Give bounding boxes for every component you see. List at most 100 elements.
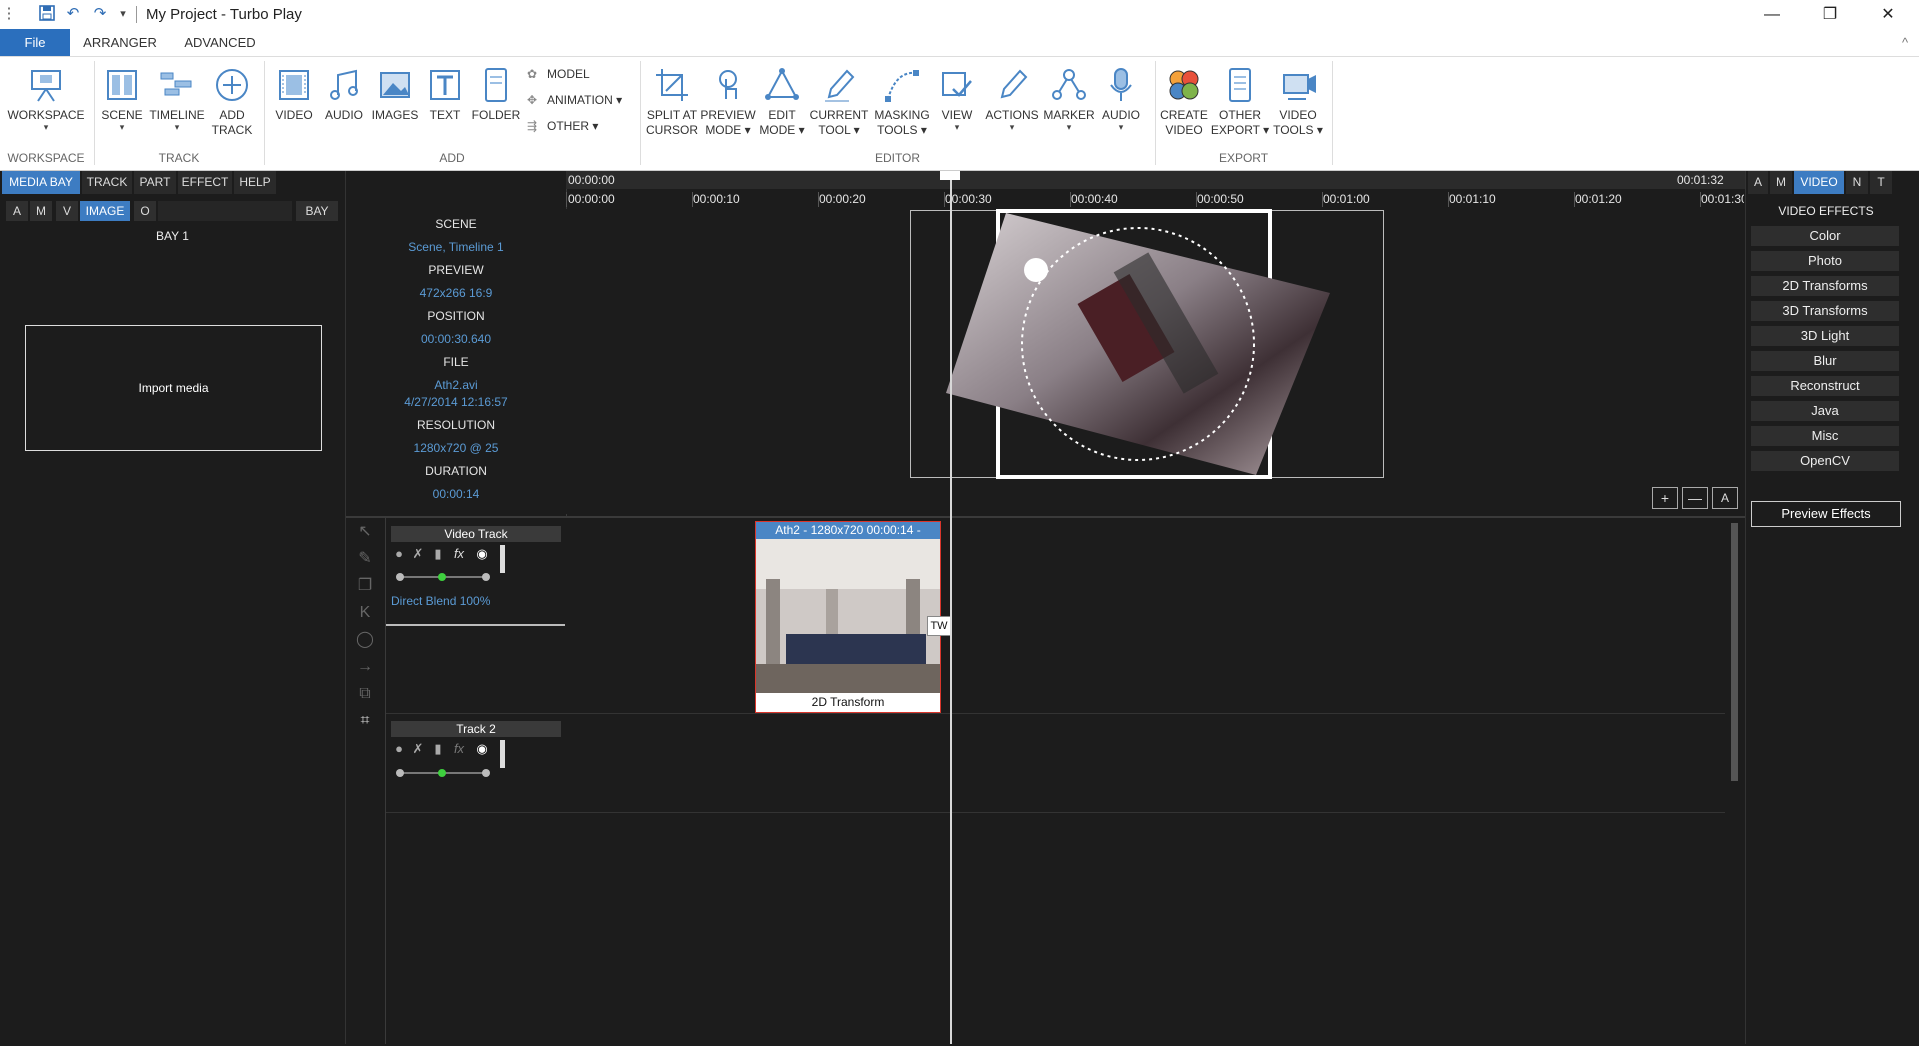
- add-audio-button[interactable]: AUDIO: [320, 61, 368, 151]
- redo-icon[interactable]: ↷: [91, 5, 109, 23]
- playhead-handle[interactable]: [940, 171, 960, 180]
- track-scrollbar[interactable]: [1731, 523, 1738, 781]
- close-button[interactable]: ✕: [1859, 0, 1917, 29]
- mute-icon[interactable]: ✗: [410, 741, 426, 757]
- minimize-button[interactable]: —: [1743, 0, 1801, 29]
- transform-icon[interactable]: ⌗: [353, 709, 377, 733]
- timeline-scrub-bar[interactable]: 00:00:00 00:01:32: [566, 171, 1745, 189]
- bay-name-field[interactable]: [158, 201, 292, 221]
- bay-button[interactable]: BAY: [296, 201, 338, 221]
- effect-photo[interactable]: Photo: [1751, 251, 1899, 271]
- tab-track[interactable]: TRACK: [82, 171, 133, 194]
- actions-button[interactable]: ACTIONS ▾: [982, 61, 1042, 151]
- edit-mode-button[interactable]: EDIT MODE ▾: [756, 61, 808, 151]
- tab-video[interactable]: VIDEO: [1794, 171, 1845, 194]
- tab-t[interactable]: T: [1870, 171, 1893, 194]
- other-export-button[interactable]: OTHER EXPORT ▾: [1210, 61, 1270, 151]
- group-label-export: EXPORT: [1218, 151, 1269, 165]
- workspace-button[interactable]: WORKSPACE ▾: [4, 61, 88, 151]
- tab-media-bay[interactable]: MEDIA BAY: [2, 171, 81, 194]
- add-video-button[interactable]: VIDEO: [270, 61, 318, 151]
- effect-2d-transforms[interactable]: 2D Transforms: [1751, 276, 1899, 296]
- playhead-line[interactable]: [950, 180, 952, 1044]
- arrow-icon[interactable]: →: [353, 655, 377, 679]
- tab-advanced[interactable]: ADVANCED: [180, 29, 260, 56]
- zoom-in-button[interactable]: +: [1652, 487, 1678, 509]
- import-media-button[interactable]: Import media: [25, 325, 322, 451]
- animation-button[interactable]: ✥ ANIMATION ▾: [527, 89, 622, 111]
- zoom-auto-button[interactable]: A: [1712, 487, 1738, 509]
- add-track-button[interactable]: ADD TRACK: [208, 61, 256, 151]
- clip-icon[interactable]: ✎: [353, 547, 377, 571]
- effect-java[interactable]: Java: [1751, 401, 1899, 421]
- audio-tools-button[interactable]: AUDIO ▾: [1096, 61, 1146, 151]
- mic-icon[interactable]: ▮: [430, 546, 446, 562]
- eye-icon[interactable]: ◉: [474, 546, 490, 562]
- trim-icon[interactable]: K: [353, 601, 377, 625]
- fx-icon[interactable]: fx: [451, 546, 467, 562]
- other-button[interactable]: ⇶ OTHER ▾: [527, 115, 598, 137]
- filter-music[interactable]: M: [30, 201, 52, 221]
- view-button[interactable]: VIEW ▾: [934, 61, 980, 151]
- transition-badge[interactable]: TW: [927, 616, 951, 636]
- collapse-ribbon-button[interactable]: ^: [1895, 29, 1915, 56]
- tab-effect[interactable]: EFFECT: [178, 171, 233, 194]
- effect-reconstruct[interactable]: Reconstruct: [1751, 376, 1899, 396]
- effect-opencv[interactable]: OpenCV: [1751, 451, 1899, 471]
- effect-misc[interactable]: Misc: [1751, 426, 1899, 446]
- pointer-icon[interactable]: ↖: [353, 520, 377, 544]
- effect-3d-light[interactable]: 3D Light: [1751, 326, 1899, 346]
- customize-quick-access-icon[interactable]: ▾: [114, 5, 132, 23]
- tab-arranger[interactable]: ARRANGER: [80, 29, 160, 56]
- video-preview[interactable]: + — A: [566, 209, 1745, 514]
- blend-mode[interactable]: Direct Blend 100%: [391, 594, 490, 608]
- rotated-video-frame[interactable]: [946, 213, 1330, 475]
- duplicate-icon[interactable]: ⧉: [353, 682, 377, 706]
- track-name-video-track[interactable]: Video Track: [391, 526, 561, 542]
- add-images-button[interactable]: IMAGES: [370, 61, 420, 151]
- undo-icon[interactable]: ↶: [64, 5, 82, 23]
- filter-other[interactable]: O: [134, 201, 156, 221]
- preview-effects-button[interactable]: Preview Effects: [1751, 501, 1901, 527]
- add-folder-button[interactable]: FOLDER: [470, 61, 522, 151]
- volume-slider-thumb[interactable]: [438, 769, 446, 777]
- filter-image[interactable]: IMAGE: [80, 201, 130, 221]
- record-icon[interactable]: ●: [391, 546, 407, 562]
- effect-color[interactable]: Color: [1751, 226, 1899, 246]
- maximize-button[interactable]: ❐: [1801, 0, 1859, 29]
- split-at-cursor-button[interactable]: SPLIT AT CURSOR: [644, 61, 700, 151]
- effect-blur[interactable]: Blur: [1751, 351, 1899, 371]
- tab-a[interactable]: A: [1748, 171, 1769, 194]
- filter-audio[interactable]: A: [6, 201, 28, 221]
- mic-icon[interactable]: ▮: [430, 741, 446, 757]
- tab-n[interactable]: N: [1846, 171, 1869, 194]
- marker-button[interactable]: MARKER ▾: [1042, 61, 1096, 151]
- zoom-out-button[interactable]: —: [1682, 487, 1708, 509]
- track-name-track-2[interactable]: Track 2: [391, 721, 561, 737]
- current-tool-button[interactable]: CURRENT TOOL ▾: [808, 61, 870, 151]
- video-tools-button[interactable]: VIDEO TOOLS ▾: [1270, 61, 1326, 151]
- tab-m[interactable]: M: [1770, 171, 1793, 194]
- effect-3d-transforms[interactable]: 3D Transforms: [1751, 301, 1899, 321]
- preview-mode-button[interactable]: PREVIEW MODE ▾: [700, 61, 756, 151]
- app-icon[interactable]: ⋮: [0, 5, 18, 23]
- tab-help[interactable]: HELP: [234, 171, 277, 194]
- fx-icon[interactable]: fx: [451, 741, 467, 757]
- copy-icon[interactable]: ❐: [353, 574, 377, 598]
- model-button[interactable]: ✿ MODEL: [527, 63, 590, 85]
- masking-tools-button[interactable]: MASKING TOOLS ▾: [870, 61, 934, 151]
- loop-icon[interactable]: ◯: [353, 628, 377, 652]
- add-text-button[interactable]: TEXT: [422, 61, 468, 151]
- filter-video[interactable]: V: [56, 201, 78, 221]
- mute-icon[interactable]: ✗: [410, 546, 426, 562]
- eye-icon[interactable]: ◉: [474, 741, 490, 757]
- tab-file[interactable]: File: [0, 29, 70, 56]
- timeline-button[interactable]: TIMELINE ▾: [148, 61, 206, 151]
- save-icon[interactable]: [38, 5, 56, 23]
- tab-part[interactable]: PART: [134, 171, 177, 194]
- create-video-button[interactable]: CREATE VIDEO: [1158, 61, 1210, 151]
- record-icon[interactable]: ●: [391, 741, 407, 757]
- video-clip[interactable]: Ath2 - 1280x720 00:00:14 - 2D Transform: [755, 521, 941, 713]
- volume-slider-thumb[interactable]: [438, 573, 446, 581]
- scene-button[interactable]: SCENE ▾: [98, 61, 146, 151]
